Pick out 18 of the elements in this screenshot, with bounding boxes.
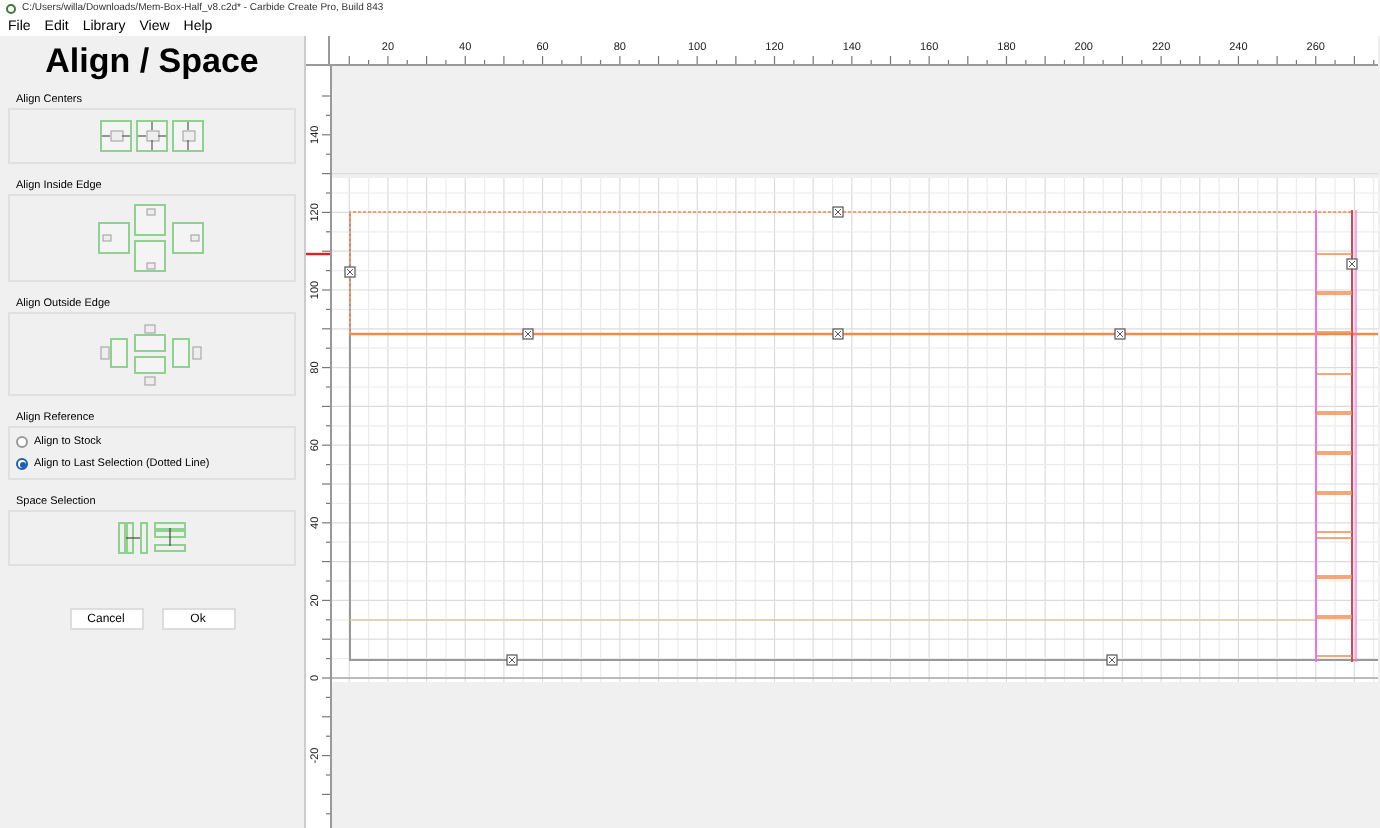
space-horizontal-icon[interactable]: [118, 522, 150, 554]
anchor-handle[interactable]: [832, 206, 844, 218]
align-vertical-centers-icon[interactable]: [172, 120, 204, 152]
anchor-handle[interactable]: [506, 654, 518, 666]
align-horizontal-centers-icon[interactable]: [100, 120, 132, 152]
anchor-handle[interactable]: [1346, 258, 1358, 270]
radio-button[interactable]: [16, 458, 28, 470]
anchor-handle[interactable]: [1106, 654, 1118, 666]
radio-button[interactable]: [16, 436, 28, 448]
anchor-handle[interactable]: [522, 328, 534, 340]
panel-title: Align / Space: [43, 40, 261, 84]
cursor-marker: [306, 252, 330, 256]
anchor-handle[interactable]: [832, 328, 844, 340]
anchor-handle[interactable]: [344, 266, 356, 278]
space-vertical-icon[interactable]: [154, 522, 186, 554]
anchor-handle[interactable]: [1114, 328, 1126, 340]
app-icon: [6, 4, 16, 14]
align-both-centers-icon[interactable]: [136, 120, 168, 152]
